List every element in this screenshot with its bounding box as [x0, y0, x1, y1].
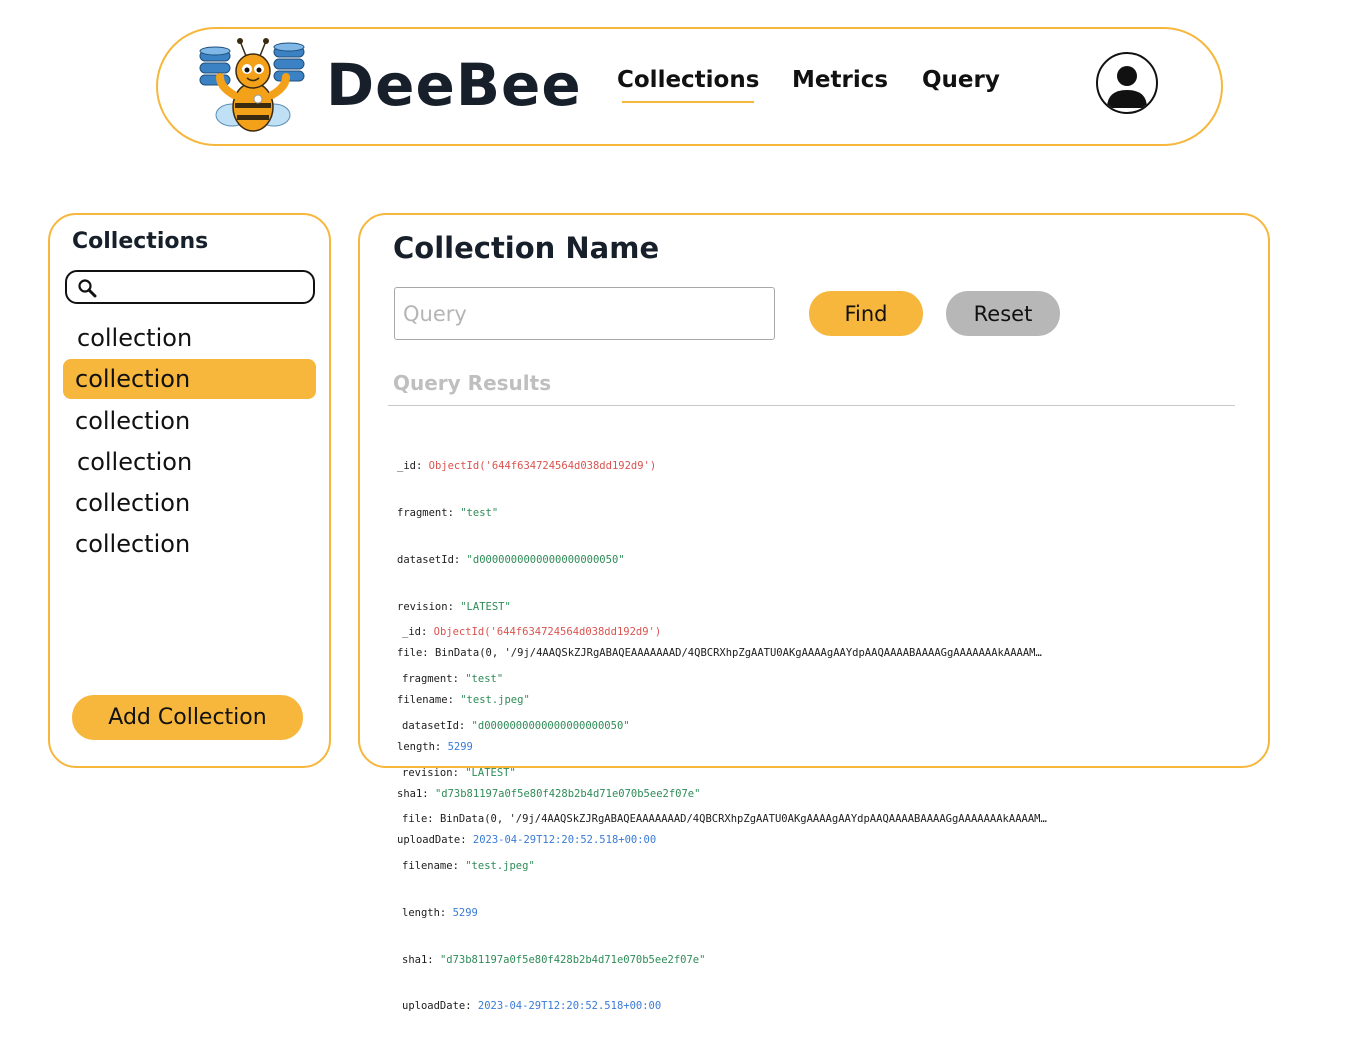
- collection-item[interactable]: collection: [63, 483, 316, 523]
- field-value: "d0000000000000000000050": [471, 719, 630, 732]
- nav-query[interactable]: Query: [922, 67, 1000, 93]
- field-value: ObjectId('644f634724564d038dd192d9'): [428, 460, 657, 473]
- add-collection-button[interactable]: Add Collection: [72, 695, 303, 740]
- nav-metrics[interactable]: Metrics: [792, 67, 888, 93]
- field-key: _id:: [397, 460, 423, 473]
- results-divider: [388, 405, 1235, 406]
- collections-sidebar: Collections collection collection collec…: [48, 213, 331, 768]
- user-avatar-icon[interactable]: [1096, 52, 1158, 114]
- field-value: "test": [460, 506, 499, 519]
- field-value: "LATEST": [465, 766, 516, 779]
- field-value: BinData(0, '/9j/4AAQSkZJRgABAQEAAAAAAAD/…: [439, 813, 1047, 826]
- field-value: "test": [465, 672, 504, 685]
- field-key: _id:: [402, 626, 428, 639]
- field-key: sha1:: [402, 953, 434, 966]
- collection-item[interactable]: collection: [63, 442, 316, 482]
- field-key: uploadDate:: [402, 1000, 472, 1013]
- field-key: fragment:: [402, 672, 459, 685]
- collection-item[interactable]: collection: [63, 318, 316, 358]
- collection-item[interactable]: collection: [63, 401, 316, 441]
- field-value: "d0000000000000000000050": [466, 553, 625, 566]
- result-document[interactable]: _id: ObjectId('644f634724564d038dd192d9'…: [402, 594, 1102, 1046]
- field-value: 5299: [452, 906, 478, 919]
- collection-item[interactable]: collection: [63, 524, 316, 564]
- field-value: "test.jpeg": [465, 860, 535, 873]
- query-input[interactable]: [394, 287, 775, 340]
- nav-collections[interactable]: Collections: [617, 67, 759, 103]
- field-key: filename:: [402, 860, 459, 873]
- reset-button[interactable]: Reset: [946, 291, 1060, 336]
- collection-search-input[interactable]: [65, 270, 315, 304]
- find-button[interactable]: Find: [809, 291, 923, 336]
- collection-panel: Collection Name Find Reset Query Results…: [358, 213, 1270, 1012]
- query-results-heading: Query Results: [393, 371, 552, 395]
- collection-item-selected[interactable]: collection: [63, 359, 316, 399]
- field-value: ObjectId('644f634724564d038dd192d9'): [433, 626, 662, 639]
- bee-mascot-logo[interactable]: [198, 37, 308, 137]
- field-key: fragment:: [397, 506, 454, 519]
- field-key: length:: [402, 906, 447, 919]
- field-value: 2023-04-29T12:20:52.518+00:00: [477, 1000, 662, 1013]
- field-value: "d73b81197a0f5e80f428b2b4d71e070b5ee2f07…: [439, 953, 706, 966]
- field-key: file:: [402, 813, 434, 826]
- field-key: datasetId:: [402, 719, 466, 732]
- field-key: datasetId:: [397, 553, 461, 566]
- search-icon: [77, 278, 97, 298]
- top-header: DeeBee Collections Metrics Query: [156, 27, 1223, 146]
- sidebar-title: Collections: [72, 229, 209, 254]
- brand-title: DeeBee: [326, 51, 582, 119]
- collection-title: Collection Name: [393, 231, 660, 265]
- field-key: revision:: [402, 766, 459, 779]
